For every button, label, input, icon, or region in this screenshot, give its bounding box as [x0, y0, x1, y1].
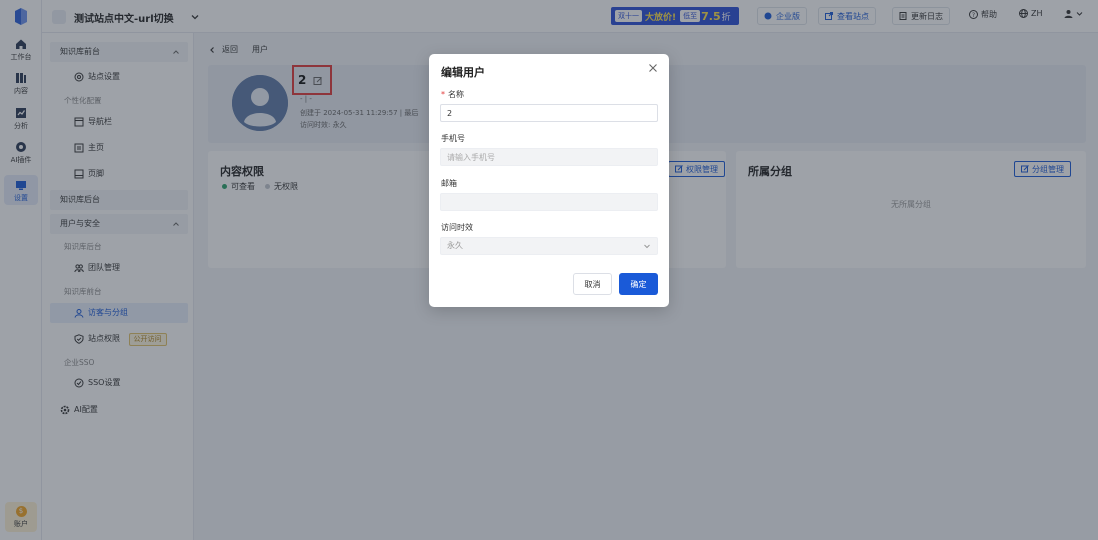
- close-icon[interactable]: [648, 63, 658, 73]
- confirm-button[interactable]: 确定: [619, 273, 658, 295]
- phone-label: 手机号: [441, 134, 465, 143]
- email-input[interactable]: [440, 193, 658, 211]
- name-input[interactable]: [440, 104, 658, 122]
- phone-input[interactable]: [440, 148, 658, 166]
- access-label: 访问时效: [441, 223, 473, 232]
- chevron-down-icon: [644, 244, 650, 249]
- name-label: * 名称: [441, 90, 464, 99]
- access-select[interactable]: 永久: [440, 237, 658, 255]
- email-label: 邮箱: [441, 179, 457, 188]
- modal-title: 编辑用户: [441, 66, 485, 79]
- edit-user-modal: 编辑用户 *名称 手机号 邮箱 访问时效 永久 取消 确定: [429, 54, 669, 307]
- cancel-button[interactable]: 取消: [573, 273, 612, 295]
